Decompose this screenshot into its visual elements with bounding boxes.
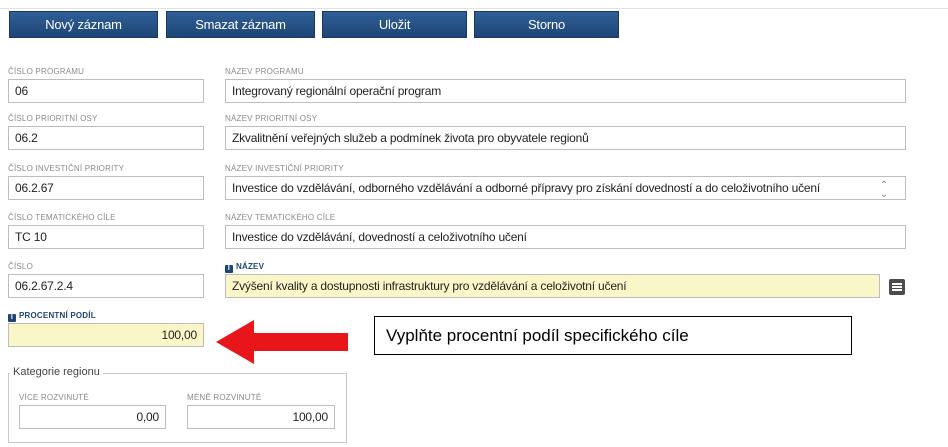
- more-developed-field[interactable]: 0,00: [19, 405, 166, 429]
- new-record-button[interactable]: Nový záznam: [9, 11, 158, 38]
- region-category-legend: Kategorie regionu: [10, 366, 103, 378]
- info-icon: i: [8, 314, 16, 322]
- program-number-field[interactable]: 06: [8, 79, 204, 103]
- list-menu-icon[interactable]: [889, 279, 905, 295]
- thematic-goal-number-field[interactable]: TC 10: [8, 225, 204, 249]
- program-number-label: ČÍSLO PROGRAMU: [8, 67, 85, 76]
- red-arrow-left-icon: [216, 320, 348, 364]
- toolbar-divider: [0, 8, 948, 9]
- priority-axis-name-field[interactable]: Zkvalitnění veřejných služeb a podmínek …: [225, 126, 906, 150]
- priority-axis-number-field[interactable]: 06.2: [8, 126, 204, 150]
- investment-priority-name-field[interactable]: Investice do vzdělávání, odborného vzděl…: [225, 176, 906, 200]
- less-developed-field[interactable]: 100,00: [187, 405, 335, 429]
- thematic-goal-number-label: ČÍSLO TEMATICKÉHO CÍLE: [8, 213, 116, 222]
- percentage-share-field[interactable]: 100,00: [8, 323, 204, 347]
- name-field[interactable]: Zvýšení kvality a dostupnosti infrastruk…: [225, 274, 880, 298]
- investment-priority-number-field[interactable]: 06.2.67: [8, 176, 204, 200]
- percentage-share-label-text: PROCENTNÍ PODÍL: [19, 311, 96, 320]
- investment-priority-number-label: ČÍSLO INVESTIČNÍ PRIORITY: [8, 164, 125, 173]
- program-name-label: NÁZEV PROGRAMU: [225, 67, 304, 76]
- number-field[interactable]: 06.2.67.2.4: [8, 274, 204, 298]
- less-developed-label: MÉNĚ ROZVINUTÉ: [187, 393, 262, 402]
- priority-axis-name-label: NÁZEV PRIORITNÍ OSY: [225, 114, 318, 123]
- delete-record-button[interactable]: Smazat záznam: [166, 11, 315, 38]
- number-label: ČÍSLO: [8, 262, 34, 271]
- cancel-button[interactable]: Storno: [474, 11, 619, 38]
- scroll-updown-icon[interactable]: ⌃ ⌄: [878, 181, 890, 200]
- thematic-goal-name-label: NÁZEV TEMATICKÉHO CÍLE: [225, 213, 336, 222]
- save-button[interactable]: Uložit: [322, 11, 467, 38]
- investment-priority-name-label: NÁZEV INVESTIČNÍ PRIORITY: [225, 164, 344, 173]
- name-label-text: NÁZEV: [236, 262, 265, 271]
- instruction-callout: Vyplňte procentní podíl specifického cíl…: [374, 316, 852, 355]
- thematic-goal-name-field[interactable]: Investice do vzdělávání, dovedností a ce…: [225, 225, 906, 249]
- name-label: i NÁZEV: [225, 262, 264, 273]
- percentage-share-label: i PROCENTNÍ PODÍL: [8, 311, 96, 322]
- program-name-field[interactable]: Integrovaný regionální operační program: [225, 79, 906, 103]
- more-developed-label: VÍCE ROZVINUTÉ: [19, 393, 89, 402]
- info-icon: i: [225, 265, 233, 273]
- priority-axis-number-label: ČÍSLO PRIORITNÍ OSY: [8, 114, 98, 123]
